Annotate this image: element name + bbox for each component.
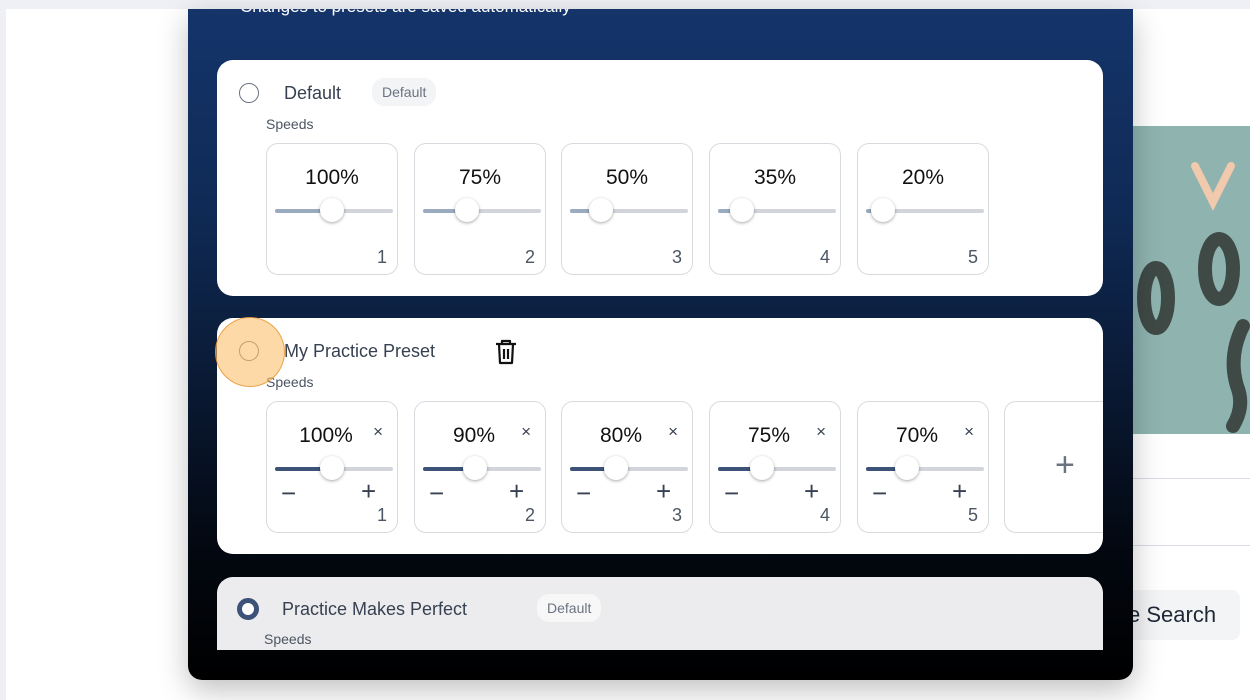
speed-index: 5 [967, 247, 978, 267]
speed-index: 5 [967, 505, 978, 525]
speed-value: 75% [747, 424, 791, 447]
default-badge: Default [372, 78, 437, 106]
close-icon[interactable]: × [521, 422, 531, 442]
speed-index: 3 [671, 505, 682, 525]
preset-card-default[interactable]: Default Default Speeds 100% 1 75% 2 50% … [217, 60, 1103, 296]
slider-thumb[interactable] [462, 456, 487, 480]
cursor-highlight [215, 317, 285, 387]
speed-tile: 100% 1 [266, 143, 398, 275]
speed-index: 1 [376, 247, 387, 267]
slider-thumb[interactable] [870, 198, 895, 222]
slider-thumb[interactable] [454, 198, 479, 222]
dialog-subtitle: Changes to presets are saved automatical… [240, 9, 571, 17]
preset-name: Default [284, 83, 342, 103]
slider-thumb[interactable] [588, 198, 613, 222]
speed-slider[interactable] [866, 198, 984, 222]
speed-tile: 70% × − + 5 [857, 401, 989, 533]
speed-slider[interactable] [275, 198, 393, 222]
speed-value: 70% [895, 424, 939, 447]
slider-thumb[interactable] [729, 198, 754, 222]
preset-name: Practice Makes Perfect [282, 599, 468, 619]
speed-presets-dialog: Changes to presets are saved automatical… [188, 9, 1133, 680]
plus-icon[interactable]: + [804, 476, 819, 507]
speed-index: 1 [376, 505, 387, 525]
page-top-edge [0, 0, 1250, 9]
background-search-button[interactable]: e Search [1120, 590, 1240, 640]
speed-slider[interactable] [423, 456, 541, 480]
page-edge [0, 0, 6, 700]
minus-icon[interactable]: − [576, 478, 591, 509]
speed-tile: 75% × − + 4 [709, 401, 841, 533]
speed-value: 100% [305, 166, 359, 189]
speed-value: 20% [901, 166, 945, 189]
plus-icon[interactable]: + [361, 476, 376, 507]
speed-tile: 50% 3 [561, 143, 693, 275]
plus-icon[interactable]: + [656, 476, 671, 507]
plus-icon[interactable]: + [952, 476, 967, 507]
add-speed-button[interactable]: + [1004, 401, 1103, 533]
close-icon[interactable]: × [373, 422, 383, 442]
speed-value: 35% [753, 166, 797, 189]
speed-value: 90% [452, 424, 496, 447]
speed-slider[interactable] [423, 198, 541, 222]
speed-value: 75% [458, 166, 502, 189]
speed-tile: 75% 2 [414, 143, 546, 275]
close-icon[interactable]: × [668, 422, 678, 442]
slider-thumb[interactable] [895, 456, 920, 480]
slider-thumb[interactable] [749, 456, 774, 480]
speed-slider[interactable] [718, 456, 836, 480]
slider-thumb[interactable] [319, 198, 344, 222]
plus-icon: + [1055, 446, 1075, 484]
background-divider [1133, 545, 1250, 546]
plus-icon[interactable]: + [509, 476, 524, 507]
close-icon[interactable]: × [964, 422, 974, 442]
preset-radio[interactable] [239, 83, 259, 103]
slider-thumb[interactable] [604, 456, 629, 480]
speeds-label: Speeds [264, 631, 312, 647]
speed-slider[interactable] [866, 456, 984, 480]
trash-icon[interactable] [494, 339, 518, 365]
speed-slider[interactable] [570, 456, 688, 480]
speeds-label: Speeds [266, 116, 314, 132]
speed-tile: 80% × − + 3 [561, 401, 693, 533]
speed-index: 2 [524, 247, 535, 267]
speed-index: 4 [819, 247, 830, 267]
background-image [1133, 126, 1250, 434]
speed-index: 3 [671, 247, 682, 267]
minus-icon[interactable]: − [724, 478, 739, 509]
minus-icon[interactable]: − [872, 478, 887, 509]
speed-tile: 20% 5 [857, 143, 989, 275]
speed-slider[interactable] [718, 198, 836, 222]
minus-icon[interactable]: − [429, 478, 444, 509]
speed-tile: 90% × − + 2 [414, 401, 546, 533]
background-divider [1133, 478, 1250, 479]
speed-index: 4 [819, 505, 830, 525]
speed-value: 100% [299, 424, 353, 447]
preset-name: My Practice Preset [284, 341, 436, 361]
default-badge: Default [537, 594, 602, 622]
speed-index: 2 [524, 505, 535, 525]
speed-slider[interactable] [570, 198, 688, 222]
speed-slider[interactable] [275, 456, 393, 480]
preset-card-practice-makes-perfect[interactable]: Practice Makes Perfect Default Speeds [217, 577, 1103, 650]
preset-radio-selected[interactable] [237, 598, 259, 620]
speed-tile: 35% 4 [709, 143, 841, 275]
slider-thumb[interactable] [319, 456, 344, 480]
speed-value: 80% [599, 424, 643, 447]
preset-card-my-practice-preset[interactable]: My Practice Preset Speeds 100% × − + 1 9… [217, 318, 1103, 554]
close-icon[interactable]: × [816, 422, 826, 442]
minus-icon[interactable]: − [281, 478, 296, 509]
speed-value: 50% [605, 166, 649, 189]
speed-tile: 100% × − + 1 [266, 401, 398, 533]
